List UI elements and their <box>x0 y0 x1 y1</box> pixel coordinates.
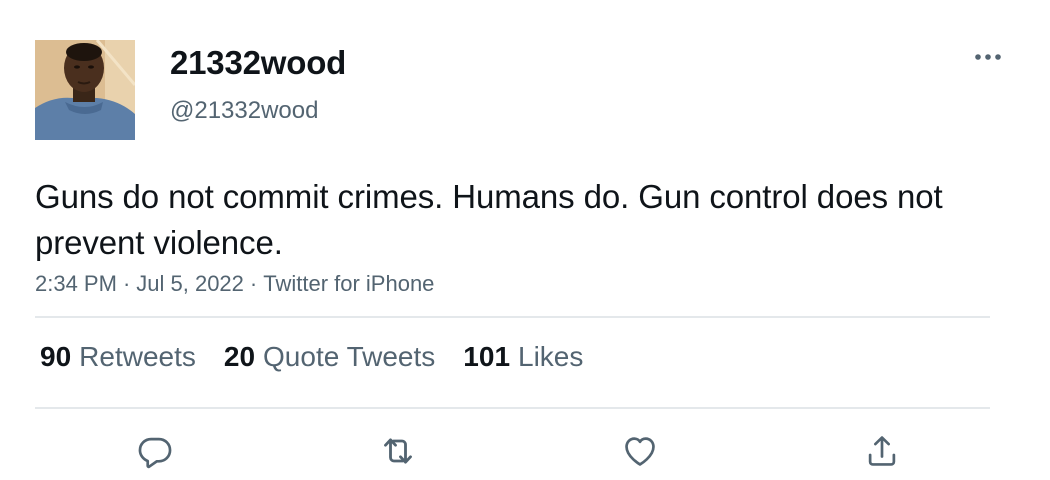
share-icon <box>868 436 896 466</box>
engagement-stats: 90 Retweets 20 Quote Tweets 101 Likes <box>40 341 611 373</box>
meta-separator: · <box>249 271 258 296</box>
user-handle[interactable]: @21332wood <box>170 97 318 125</box>
tweet-metadata: 2:34 PM · Jul 5, 2022 · Twitter for iPhone <box>35 271 434 297</box>
retweet-button[interactable] <box>376 429 420 473</box>
heart-icon <box>625 437 655 466</box>
tweet-date[interactable]: Jul 5, 2022 <box>136 271 244 296</box>
tweet-source[interactable]: Twitter for iPhone <box>263 271 434 296</box>
more-options-button[interactable] <box>968 42 1008 72</box>
like-button[interactable] <box>618 429 662 473</box>
quote-tweets-stat[interactable]: 20 Quote Tweets <box>224 341 435 373</box>
retweet-icon <box>384 438 412 464</box>
tweet-card: 21332wood @21332wood Guns do not commit … <box>0 0 1050 480</box>
quote-tweets-count: 20 <box>223 341 256 372</box>
meta-separator: · <box>122 271 131 296</box>
retweets-count: 90 <box>40 341 72 372</box>
divider <box>35 316 990 318</box>
retweets-label: Retweets <box>79 341 196 372</box>
tweet-text: Guns do not commit crimes. Humans do. Gu… <box>35 178 943 261</box>
likes-count: 101 <box>463 341 511 372</box>
likes-label: Likes <box>518 341 584 372</box>
display-name[interactable]: 21332wood <box>170 44 346 82</box>
quote-tweets-label: Quote Tweets <box>263 341 436 372</box>
tweet-time[interactable]: 2:34 PM <box>35 271 117 296</box>
divider <box>35 407 990 409</box>
share-button[interactable] <box>860 429 904 473</box>
likes-stat[interactable]: 101 Likes <box>463 341 583 373</box>
avatar-photo <box>35 40 135 140</box>
retweets-stat[interactable]: 90 Retweets <box>40 341 196 373</box>
tweet-actions <box>0 429 1050 473</box>
reply-icon <box>138 437 172 469</box>
reply-button[interactable] <box>133 429 177 473</box>
avatar[interactable] <box>35 40 135 140</box>
more-horizontal-icon <box>975 54 1001 60</box>
